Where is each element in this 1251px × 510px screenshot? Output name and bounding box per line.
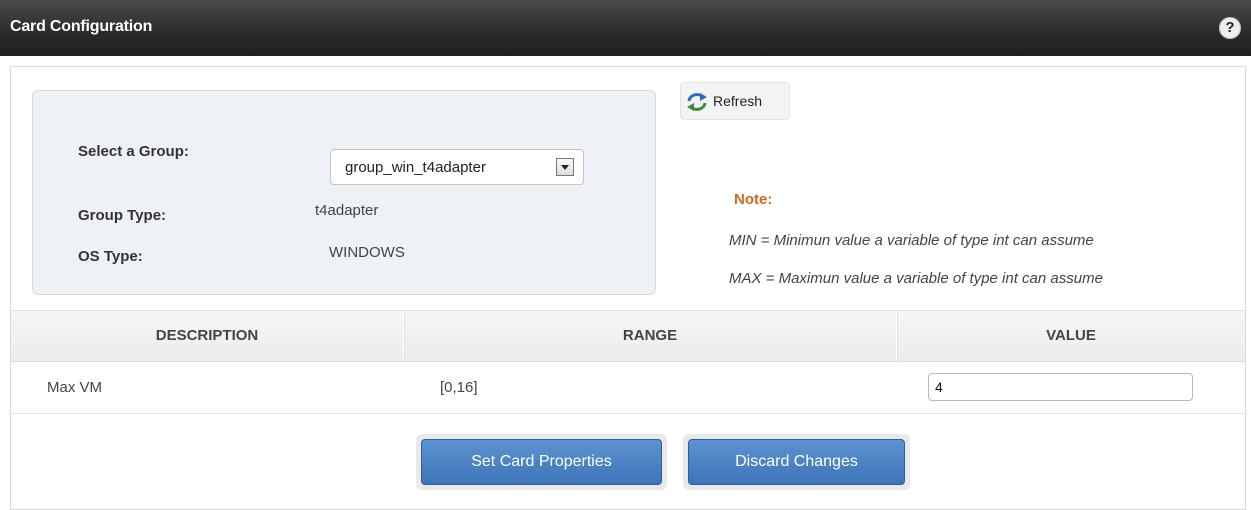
group-select-value: group_win_t4adapter bbox=[345, 159, 486, 176]
table-header-row: DESCRIPTION RANGE VALUE bbox=[11, 310, 1245, 362]
group-type-value: t4adapter bbox=[315, 202, 379, 219]
value-input[interactable] bbox=[928, 373, 1193, 401]
column-header-description: DESCRIPTION bbox=[155, 327, 259, 344]
select-group-label: Select a Group: bbox=[78, 143, 189, 160]
chevron-down-icon[interactable] bbox=[556, 158, 574, 176]
card-configuration-panel: Card Configuration ? Select a Group: gro… bbox=[0, 0, 1251, 510]
os-type-label: OS Type: bbox=[78, 248, 143, 265]
refresh-button[interactable]: Refresh bbox=[680, 82, 790, 120]
row-description: Max VM bbox=[47, 379, 103, 396]
panel-title: Card Configuration bbox=[10, 18, 153, 35]
refresh-icon bbox=[687, 93, 707, 111]
set-card-properties-button[interactable]: Set Card Properties bbox=[421, 439, 662, 485]
refresh-label: Refresh bbox=[713, 93, 763, 109]
group-info-box: Select a Group: group_win_t4adapter Grou… bbox=[32, 90, 656, 295]
discard-button-frame: Discard Changes bbox=[683, 434, 910, 490]
group-select[interactable]: group_win_t4adapter bbox=[330, 149, 584, 185]
group-type-label: Group Type: bbox=[78, 207, 167, 224]
note-max-line: MAX = Maximun value a variable of type i… bbox=[729, 270, 1103, 287]
row-range: [0,16] bbox=[440, 379, 478, 396]
column-header-range: RANGE bbox=[622, 327, 678, 344]
panel-content: Select a Group: group_win_t4adapter Grou… bbox=[10, 66, 1246, 510]
panel-header: Card Configuration ? bbox=[0, 0, 1251, 56]
note-title: Note: bbox=[734, 191, 773, 208]
table-row: Max VM [0,16] bbox=[11, 361, 1245, 414]
column-header-value: VALUE bbox=[1046, 327, 1096, 344]
discard-changes-button[interactable]: Discard Changes bbox=[688, 439, 905, 485]
set-button-frame: Set Card Properties bbox=[416, 434, 667, 490]
os-type-value: WINDOWS bbox=[329, 244, 405, 261]
note-min-line: MIN = Minimun value a variable of type i… bbox=[729, 232, 1094, 249]
help-icon[interactable]: ? bbox=[1219, 17, 1241, 39]
